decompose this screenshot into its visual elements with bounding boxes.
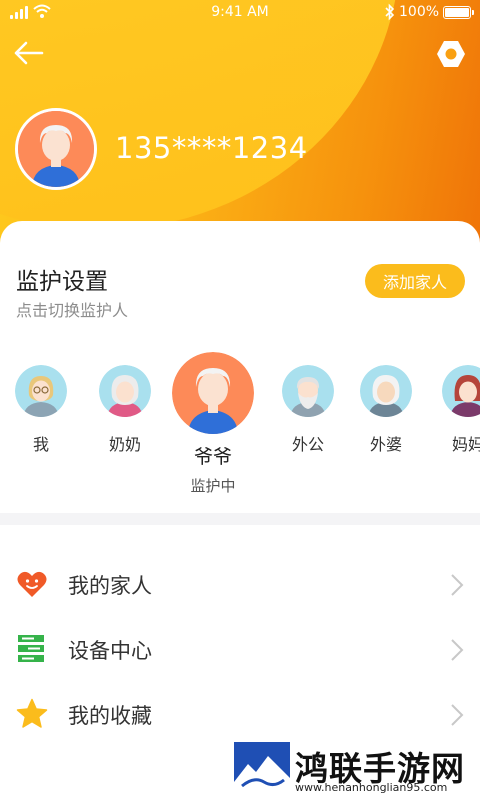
back-arrow-icon[interactable]: [12, 38, 46, 68]
member-avatar: [15, 365, 67, 417]
add-family-button[interactable]: 添加家人: [365, 264, 465, 298]
section-divider: [0, 513, 480, 525]
menu-label: 设备中心: [68, 639, 152, 663]
member-avatar: [360, 365, 412, 417]
member-me[interactable]: 我: [14, 365, 68, 455]
star-icon: [16, 698, 48, 728]
member-name: 爷爷: [193, 446, 232, 468]
menu-my-family[interactable]: 我的家人: [0, 554, 480, 614]
menu-label: 我的收藏: [68, 704, 152, 728]
member-name: 外婆: [369, 435, 402, 454]
guardian-title: 监护设置: [16, 269, 108, 295]
member-avatar: [99, 365, 151, 417]
member-avatar: [442, 365, 480, 417]
watermark: 鸿联手游网 www.henanhonglian95.com: [231, 740, 480, 800]
menu-my-favorites[interactable]: 我的收藏: [0, 684, 480, 744]
user-avatar[interactable]: [15, 108, 97, 190]
member-name: 奶奶: [108, 435, 141, 454]
phone-number: 135****1234: [115, 131, 308, 165]
member-status: 监护中: [190, 477, 236, 495]
chevron-right-icon: [451, 704, 464, 726]
status-bar: 9:41 AM 100%: [0, 0, 480, 26]
member-maternal-grandma[interactable]: 外婆: [358, 365, 414, 455]
device-stack-icon: [18, 635, 44, 662]
guardian-subtitle: 点击切换监护人: [16, 301, 129, 320]
member-grandpa[interactable]: 爷爷 监护中: [171, 352, 255, 496]
settings-icon[interactable]: [434, 37, 468, 71]
member-name: 我: [32, 435, 49, 454]
member-name: 妈妈: [451, 435, 480, 454]
bluetooth-icon: [385, 3, 395, 21]
watermark-logo-icon: [234, 742, 290, 796]
battery-percent: 100%: [399, 4, 440, 20]
menu-label: 我的家人: [68, 574, 152, 598]
member-mom[interactable]: 妈妈: [440, 365, 480, 455]
chevron-right-icon: [451, 639, 464, 661]
member-maternal-grandpa[interactable]: 外公: [280, 365, 336, 455]
chevron-right-icon: [451, 574, 464, 596]
member-name: 外公: [291, 435, 324, 454]
member-avatar: [282, 365, 334, 417]
menu-device-center[interactable]: 设备中心: [0, 619, 480, 679]
battery-icon: [443, 6, 474, 19]
member-grandma[interactable]: 奶奶: [95, 365, 155, 455]
member-avatar: [172, 352, 254, 434]
heart-face-icon: [17, 571, 47, 597]
watermark-url: www.henanhonglian95.com: [295, 781, 448, 794]
